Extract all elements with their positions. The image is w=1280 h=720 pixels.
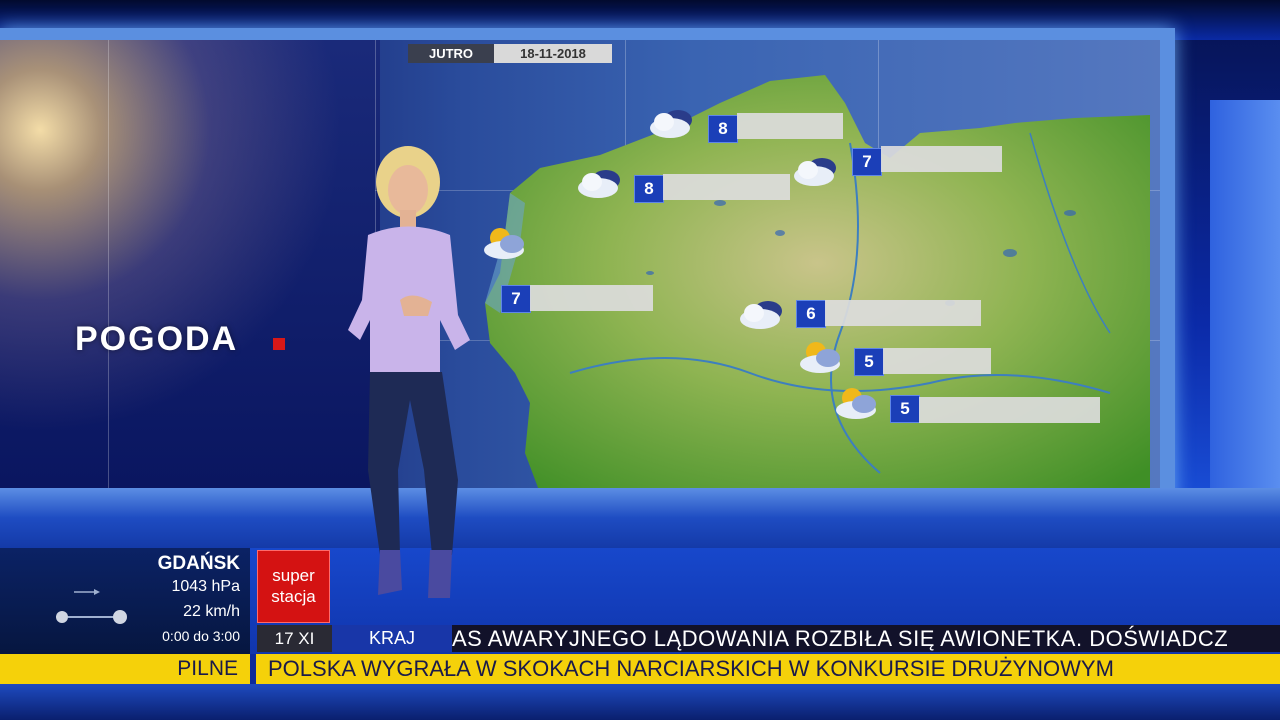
channel-logo: super stacja — [257, 550, 330, 623]
station-city: GDAŃSK — [157, 553, 240, 574]
station-time-range: 0:00 do 3:00 — [162, 628, 240, 644]
temperature-bar — [663, 174, 790, 200]
sun-cloud-icon — [796, 338, 848, 378]
ticker-headline: AS AWARYJNEGO LĄDOWANIA ROZBIŁA SIĘ AWIO… — [452, 626, 1229, 651]
temperature-bar — [881, 146, 1002, 172]
temperature-badge: 8 — [708, 115, 738, 143]
program-title: POGODA — [75, 320, 239, 358]
weather-presenter — [348, 146, 470, 598]
news-ticker: AS AWARYJNEGO LĄDOWANIA ROZBIŁA SIĘ AWIO… — [452, 625, 1280, 652]
temperature-badge: 5 — [890, 395, 920, 423]
forecast-day-label: JUTRO — [408, 44, 494, 63]
breaking-divider — [250, 654, 256, 684]
temperature-badge: 6 — [796, 300, 826, 328]
breaking-label: PILNE — [177, 657, 238, 680]
temperature-badge: 7 — [501, 285, 531, 313]
temperature-bar — [919, 397, 1100, 423]
cloud-icon — [646, 104, 698, 144]
temperature-badge: 7 — [852, 148, 882, 176]
forecast-date: 18-11-2018 — [494, 44, 612, 63]
temperature-badge: 8 — [634, 175, 664, 203]
temperature-bar — [737, 113, 843, 139]
temperature-bar — [883, 348, 991, 374]
wind-icon — [56, 589, 127, 624]
studio-right-wall — [1210, 100, 1280, 520]
title-red-dot — [273, 338, 285, 350]
temperature-badge: 5 — [854, 348, 884, 376]
ticker-section: KRAJ — [332, 625, 452, 652]
grid-line — [108, 40, 109, 488]
logo-line-2: stacja — [271, 587, 316, 606]
sun-cloud-icon — [832, 384, 884, 424]
ticker-date: 17 XI — [257, 625, 332, 652]
title-panel — [0, 40, 380, 488]
studio-floor-band — [0, 488, 1280, 548]
cloud-icon — [574, 164, 626, 204]
bottom-strip — [0, 684, 1280, 720]
temperature-bar — [530, 285, 653, 311]
breaking-headline: POLSKA WYGRAŁA W SKOKACH NARCIARSKICH W … — [268, 656, 1114, 681]
cloud-icon — [736, 295, 788, 335]
logo-line-1: super — [272, 566, 315, 585]
cloud-icon — [790, 152, 842, 192]
temperature-bar — [825, 300, 981, 326]
